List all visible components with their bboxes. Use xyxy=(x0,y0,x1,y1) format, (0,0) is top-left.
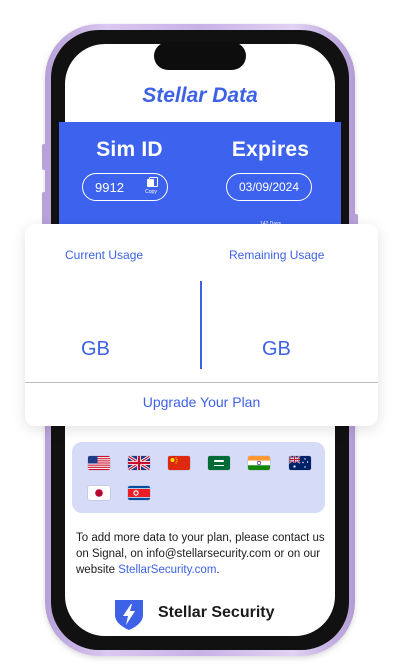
current-usage-label: Current Usage xyxy=(65,248,144,262)
copy-label: Copy xyxy=(145,189,157,195)
copy-button[interactable]: Copy xyxy=(143,177,159,195)
sim-info-band: Sim ID 9912 Copy Expires 03/09/2024 142 … xyxy=(59,122,341,232)
flag-india-icon xyxy=(248,456,270,470)
dynamic-island xyxy=(154,42,246,70)
sim-id-pill[interactable]: 9912 Copy xyxy=(82,173,168,201)
mute-switch xyxy=(42,144,47,170)
usage-divider xyxy=(200,281,202,369)
app-title: Stellar Data xyxy=(142,84,258,107)
supported-countries-panel xyxy=(72,442,325,513)
flag-japan-icon xyxy=(88,486,110,500)
sim-id-value: 9912 xyxy=(95,180,124,195)
sim-id-section: Sim ID 9912 Copy xyxy=(59,138,200,201)
usage-card: Current Usage Remaining Usage GB GB Upgr… xyxy=(25,224,378,426)
flag-north-korea-icon xyxy=(128,486,150,500)
remaining-usage-value: GB xyxy=(262,338,291,360)
website-link[interactable]: StellarSecurity.com xyxy=(118,564,216,576)
contact-period: . xyxy=(216,564,220,576)
upgrade-plan-button[interactable]: Upgrade Your Plan xyxy=(25,394,378,410)
contact-info-text: To add more data to your plan, please co… xyxy=(76,530,336,578)
flag-us-icon xyxy=(88,456,110,470)
flag-australia-icon xyxy=(289,456,311,470)
copy-icon xyxy=(146,177,158,188)
flag-uk-icon xyxy=(128,456,150,470)
flag-china-icon xyxy=(168,456,190,470)
stellar-security-logo-icon xyxy=(115,600,143,630)
current-usage-value: GB xyxy=(81,338,110,360)
card-divider xyxy=(25,382,378,383)
flag-saudi-arabia-icon xyxy=(208,456,230,470)
expires-section: Expires 03/09/2024 142 Days xyxy=(200,138,341,227)
remaining-usage-label: Remaining Usage xyxy=(229,248,325,262)
expiry-date-pill: 03/09/2024 xyxy=(226,173,312,201)
sim-id-heading: Sim ID xyxy=(96,138,163,161)
footer-brand-name: Stellar Security xyxy=(158,604,275,621)
expires-heading: Expires xyxy=(231,138,310,161)
expiry-date-value: 03/09/2024 xyxy=(238,180,300,194)
